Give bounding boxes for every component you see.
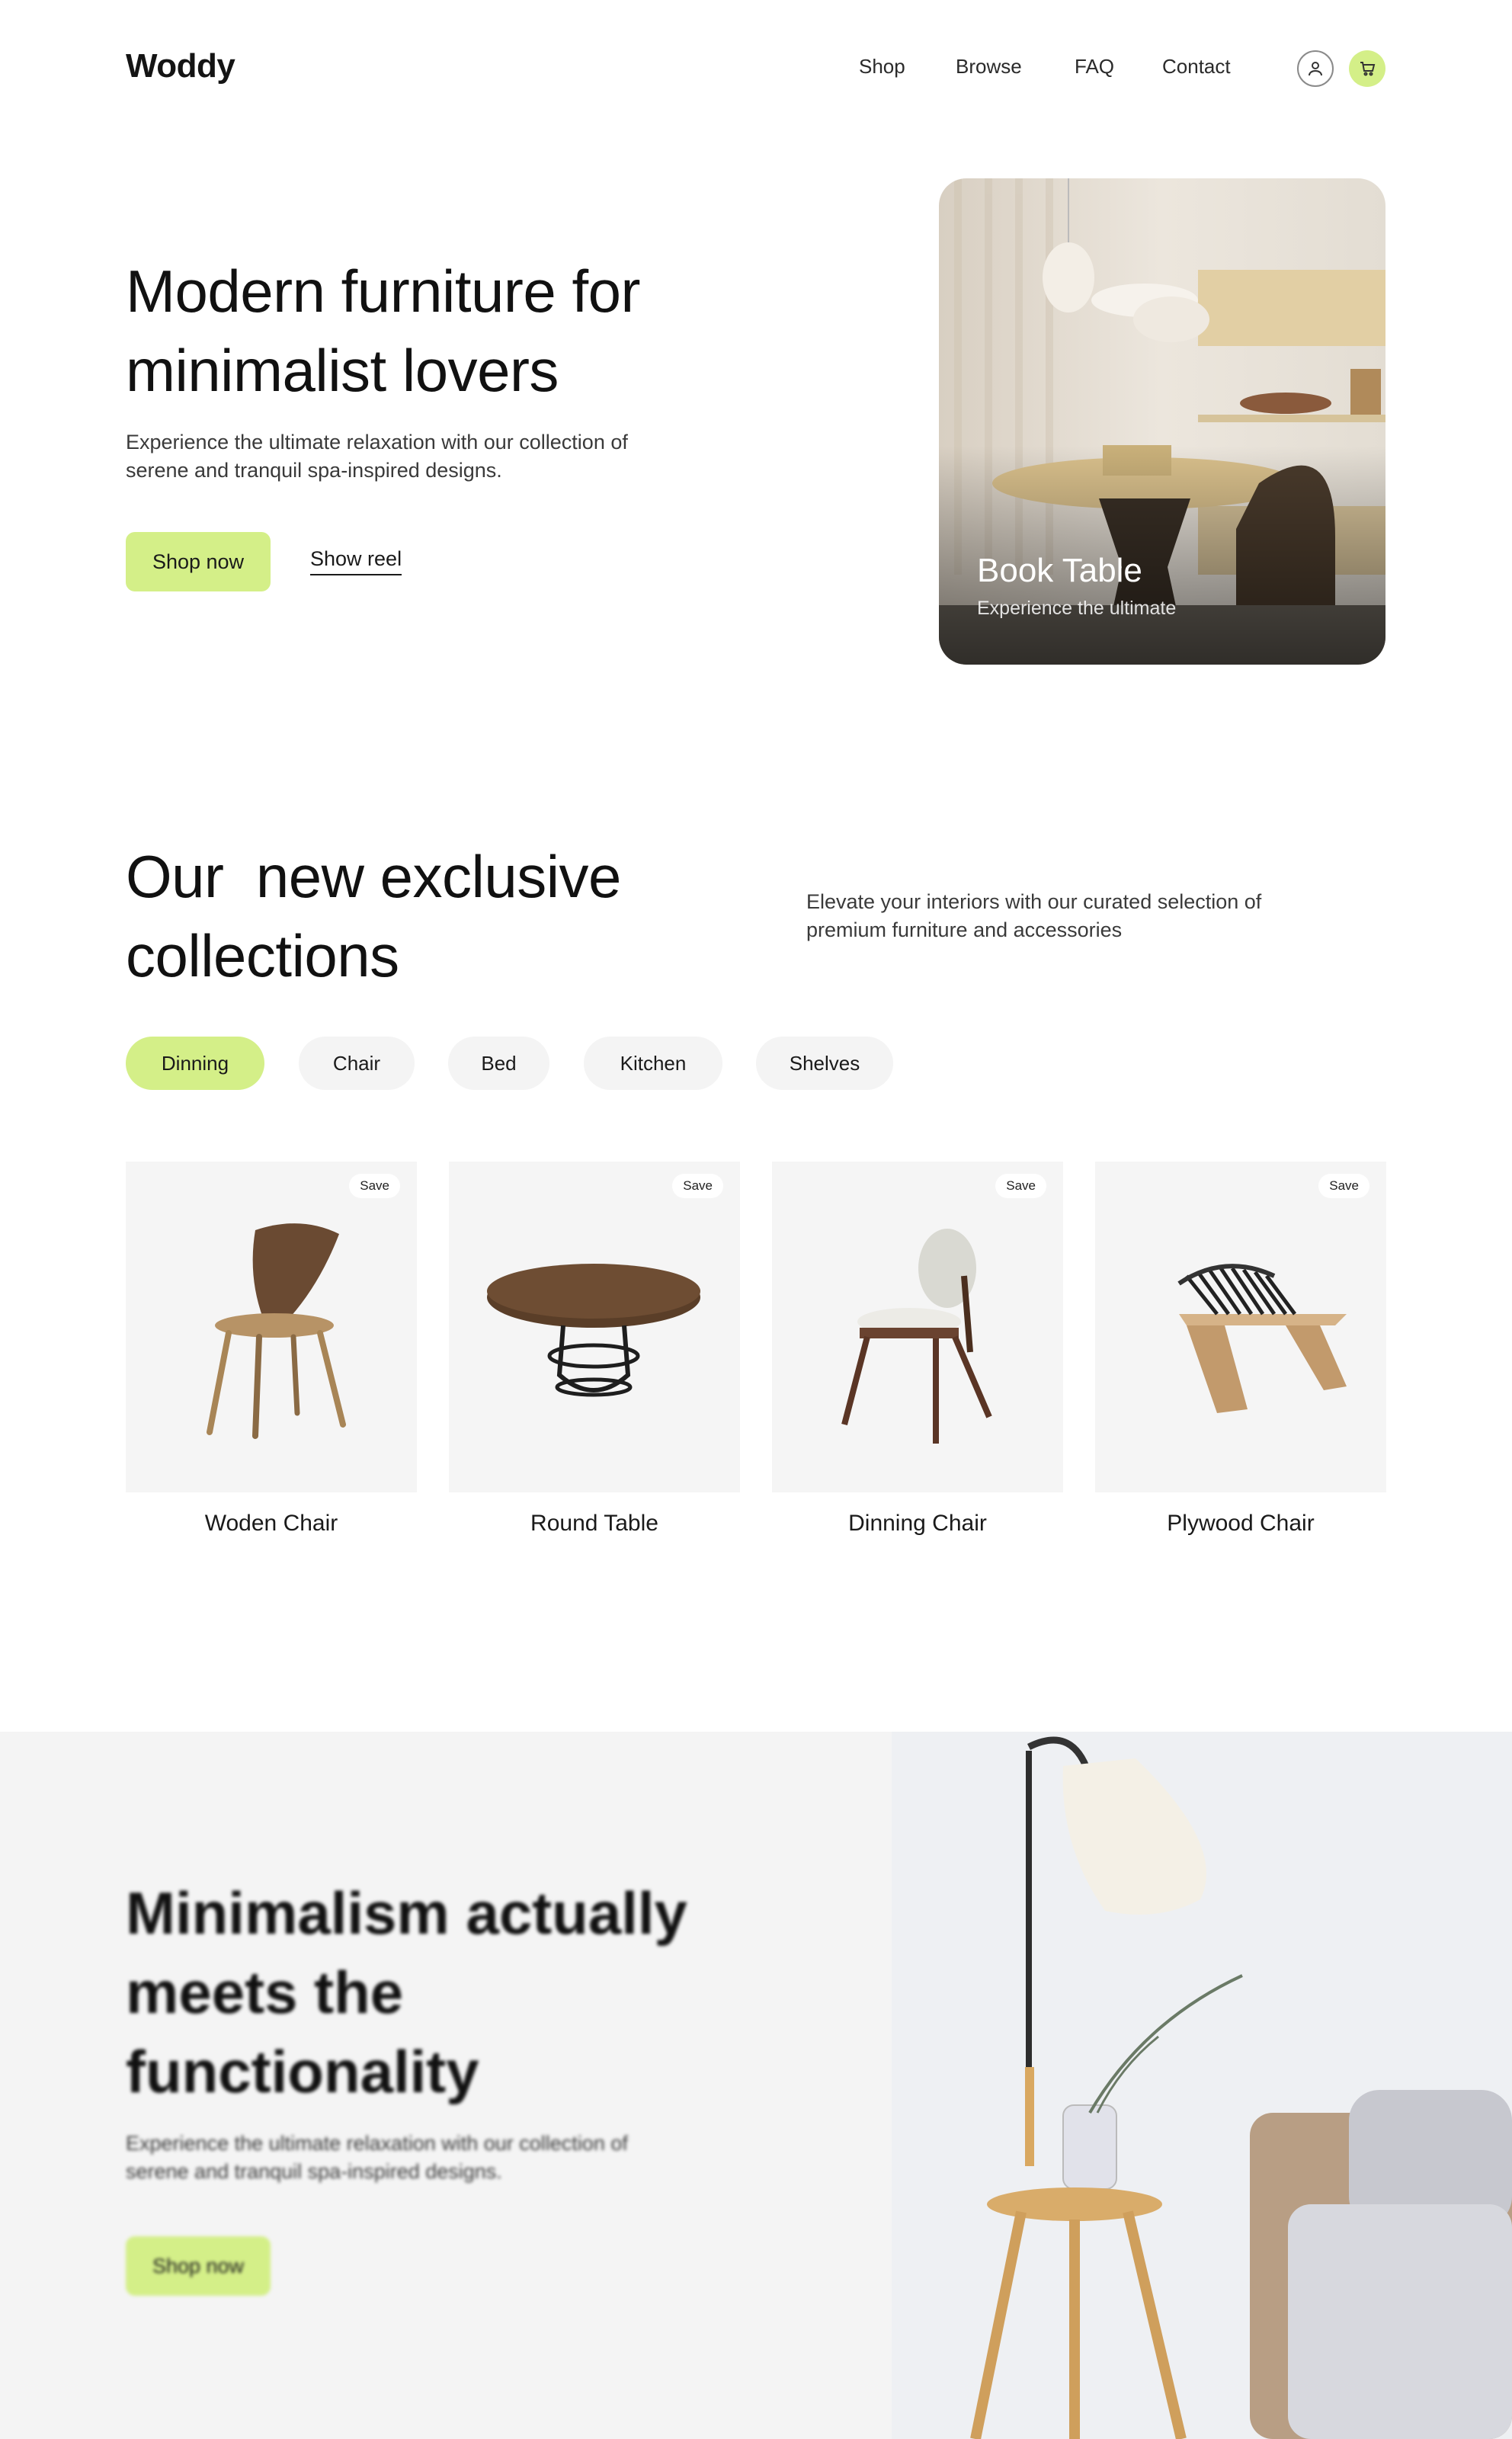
hero-title-line: minimalist lovers	[126, 337, 559, 404]
collections-title: Our new exclusive collections	[126, 837, 751, 995]
hero-image-title: Book Table	[977, 552, 1142, 589]
product-card[interactable]: Save	[772, 1162, 1063, 1492]
save-button[interactable]: Save	[1318, 1174, 1369, 1198]
save-button[interactable]: Save	[349, 1174, 400, 1198]
cart-icon[interactable]	[1349, 50, 1385, 87]
user-icon[interactable]	[1297, 50, 1334, 87]
book-table-illustration	[939, 178, 1385, 665]
logo[interactable]: Woddy	[126, 47, 235, 85]
product-name[interactable]: Plywood Chair	[1095, 1511, 1386, 1537]
collections-title-line: collections	[126, 922, 399, 989]
product-name[interactable]: Woden Chair	[126, 1511, 417, 1537]
lamp-side-table-illustration	[892, 1732, 1512, 2439]
hero-desc-line: Experience the ultimate relaxation with …	[126, 431, 628, 454]
nav-link-faq[interactable]: FAQ	[1075, 55, 1114, 79]
product-name[interactable]: Round Table	[449, 1511, 740, 1537]
round-table-image	[487, 1264, 700, 1397]
feature-title-line: functionality	[126, 2038, 479, 2105]
collections-desc-line: Elevate your interiors with our curated …	[806, 890, 1262, 913]
wooden-chair-image	[207, 1223, 346, 1439]
shop-now-button[interactable]: Shop now	[126, 532, 271, 591]
collections-title-line: Our new exclusive	[126, 843, 621, 910]
feature-title-line: Minimalism actually	[126, 1880, 687, 1947]
save-button[interactable]: Save	[672, 1174, 723, 1198]
feature-desc-line: serene and tranquil spa-inspired designs…	[126, 2160, 502, 2183]
hero-title-line: Modern furniture for	[126, 258, 640, 325]
nav-link-contact[interactable]: Contact	[1162, 55, 1231, 79]
hero-description: Experience the ultimate relaxation with …	[126, 428, 728, 485]
dinning-chair-image	[841, 1229, 992, 1444]
show-reel-link[interactable]: Show reel	[310, 547, 402, 575]
collections-description: Elevate your interiors with our curated …	[806, 888, 1355, 944]
plywood-chair-image	[1177, 1264, 1347, 1413]
feature-title-line: meets the	[126, 1959, 404, 2026]
filter-bed[interactable]: Bed	[448, 1037, 549, 1090]
feature-shop-now-button[interactable]: Shop now	[126, 2236, 271, 2296]
product-card[interactable]: Save	[1095, 1162, 1386, 1492]
filter-dinning[interactable]: Dinning	[126, 1037, 264, 1090]
feature-description: Experience the ultimate relaxation with …	[126, 2130, 720, 2186]
collections-desc-line: premium furniture and accessories	[806, 918, 1123, 941]
feature-title: Minimalism actually meets the functional…	[126, 1873, 781, 2111]
product-card[interactable]: Save	[449, 1162, 740, 1492]
product-card[interactable]: Save	[126, 1162, 417, 1492]
hero-desc-line: serene and tranquil spa-inspired designs…	[126, 459, 502, 482]
filter-kitchen[interactable]: Kitchen	[584, 1037, 722, 1090]
hero-title: Modern furniture for minimalist lovers	[126, 252, 796, 410]
hero-product-image[interactable]: Book Table Experience the ultimate	[939, 178, 1385, 665]
nav-link-shop[interactable]: Shop	[859, 55, 905, 79]
feature-desc-line: Experience the ultimate relaxation with …	[126, 2132, 628, 2155]
nav-link-browse[interactable]: Browse	[956, 55, 1022, 79]
save-button[interactable]: Save	[995, 1174, 1046, 1198]
feature-image	[892, 1732, 1512, 2439]
product-name[interactable]: Dinning Chair	[772, 1511, 1063, 1537]
filter-chair[interactable]: Chair	[299, 1037, 415, 1090]
filter-shelves[interactable]: Shelves	[756, 1037, 893, 1090]
hero-image-subtitle: Experience the ultimate	[977, 598, 1177, 619]
